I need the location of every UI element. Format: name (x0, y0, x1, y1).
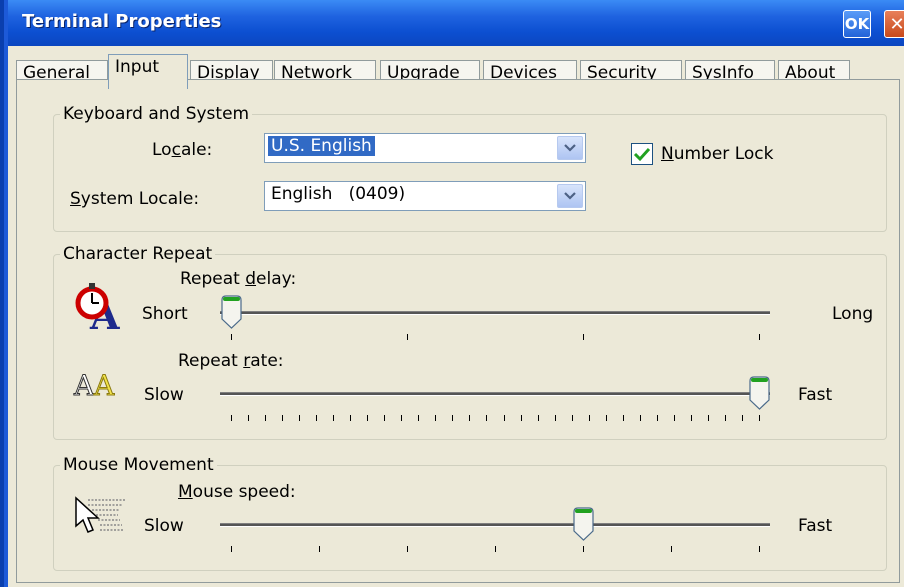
system-locale-select[interactable]: English (0409) (264, 181, 586, 211)
group-label-keyboard: Keyboard and System (60, 104, 253, 124)
system-locale-label: System Locale: (70, 189, 200, 209)
slider-tick (520, 415, 522, 421)
slider-tick (724, 415, 726, 421)
slider-tick (231, 415, 232, 421)
repeat-rate-max-label: Fast (798, 385, 833, 405)
checkmark-icon (633, 147, 651, 162)
slider-tick (690, 415, 692, 421)
slider-tick (469, 415, 471, 421)
ok-button[interactable]: OK (843, 10, 871, 38)
slider-tick (282, 415, 284, 421)
chevron-down-icon (564, 144, 576, 152)
terminal-properties-window: Terminal Properties OK ✕ General Input D… (0, 0, 904, 587)
svg-text:A: A (93, 369, 115, 399)
character-repeat-group: Character Repeat Repeat delay: A Short L… (53, 244, 887, 440)
title-bar[interactable]: Terminal Properties OK ✕ (8, 0, 904, 46)
slider-tick (622, 415, 624, 421)
slider-tick (583, 334, 584, 340)
repeat-delay-min-label: Short (142, 304, 188, 324)
mouse-speed-max-label: Fast (798, 516, 833, 536)
slider-tick (333, 415, 335, 421)
number-lock-checkbox[interactable] (631, 143, 653, 165)
repeat-rate-track[interactable] (220, 392, 770, 396)
slider-tick (231, 334, 232, 340)
slider-tick (350, 415, 352, 421)
dialog-client: General Input Display Network Upgrade De… (8, 46, 904, 587)
slider-tick (265, 415, 267, 421)
slider-tick (588, 415, 590, 421)
repeat-delay-track[interactable] (220, 311, 770, 315)
keyboard-system-group: Keyboard and System Locale: U.S. English… (53, 104, 887, 232)
repeat-rate-label: Repeat rate: (178, 351, 284, 371)
number-lock-label[interactable]: Number Lock (661, 144, 773, 164)
slider-tick (673, 415, 675, 421)
slider-tick (299, 415, 301, 421)
slider-tick (495, 546, 496, 552)
slider-tick (759, 334, 760, 340)
mouse-speed-track[interactable] (220, 523, 770, 527)
close-icon: ✕ (889, 13, 904, 35)
locale-dropdown-button[interactable] (557, 136, 583, 160)
repeat-delay-max-label: Long (832, 304, 874, 324)
slider-tick (741, 415, 743, 421)
input-tab-panel: Keyboard and System Locale: U.S. English… (16, 80, 900, 583)
slider-tick (503, 415, 505, 421)
group-label-mouse-movement: Mouse Movement (60, 455, 217, 475)
slider-tick (435, 415, 437, 421)
mouse-speed-label: Mouse speed: (178, 482, 296, 502)
slider-tick (707, 415, 709, 421)
slider-tick (367, 415, 369, 421)
slider-tick (418, 415, 420, 421)
mouse-speed-min-label: Slow (144, 516, 184, 536)
locale-label: Locale: (152, 140, 213, 160)
mouse-speed-slider-thumb[interactable] (573, 507, 594, 541)
svg-text:A: A (73, 369, 95, 399)
slider-tick (639, 415, 641, 421)
slider-tick (671, 546, 672, 552)
slider-tick (231, 546, 232, 552)
slider-tick (759, 415, 760, 421)
mouse-movement-group: Mouse Movement Mouse speed: Slow Fast (53, 455, 887, 571)
locale-value: U.S. English (268, 136, 375, 156)
mouse-pointer-icon (74, 496, 130, 540)
tab-input[interactable]: Input (108, 54, 188, 89)
slider-tick (452, 415, 454, 421)
slider-tick (401, 415, 403, 421)
slider-tick (759, 546, 760, 552)
repeat-delay-slider-thumb[interactable] (221, 295, 242, 329)
slider-tick (656, 415, 658, 421)
slider-tick (316, 415, 318, 421)
group-label-character-repeat: Character Repeat (60, 244, 216, 264)
repeat-letters-icon: A A (72, 369, 134, 403)
close-button[interactable]: ✕ (884, 10, 904, 38)
slider-tick (384, 415, 386, 421)
system-locale-value: English (0409) (271, 184, 406, 204)
slider-tick (248, 415, 250, 421)
slider-tick (407, 546, 408, 552)
slider-tick (486, 415, 488, 421)
window-title: Terminal Properties (22, 11, 222, 32)
slider-tick (319, 546, 320, 552)
system-locale-dropdown-button[interactable] (557, 184, 583, 208)
slider-tick (537, 415, 539, 421)
repeat-rate-slider-thumb[interactable] (749, 376, 770, 410)
slider-tick (605, 415, 607, 421)
slider-tick (554, 415, 556, 421)
slider-tick (407, 334, 408, 340)
slider-tick (571, 415, 573, 421)
chevron-down-icon (564, 192, 576, 200)
repeat-rate-min-label: Slow (144, 385, 184, 405)
stopwatch-letter-icon: A (72, 281, 130, 338)
slider-tick (583, 546, 584, 552)
locale-select[interactable]: U.S. English (264, 133, 586, 163)
repeat-delay-label: Repeat delay: (180, 269, 297, 289)
